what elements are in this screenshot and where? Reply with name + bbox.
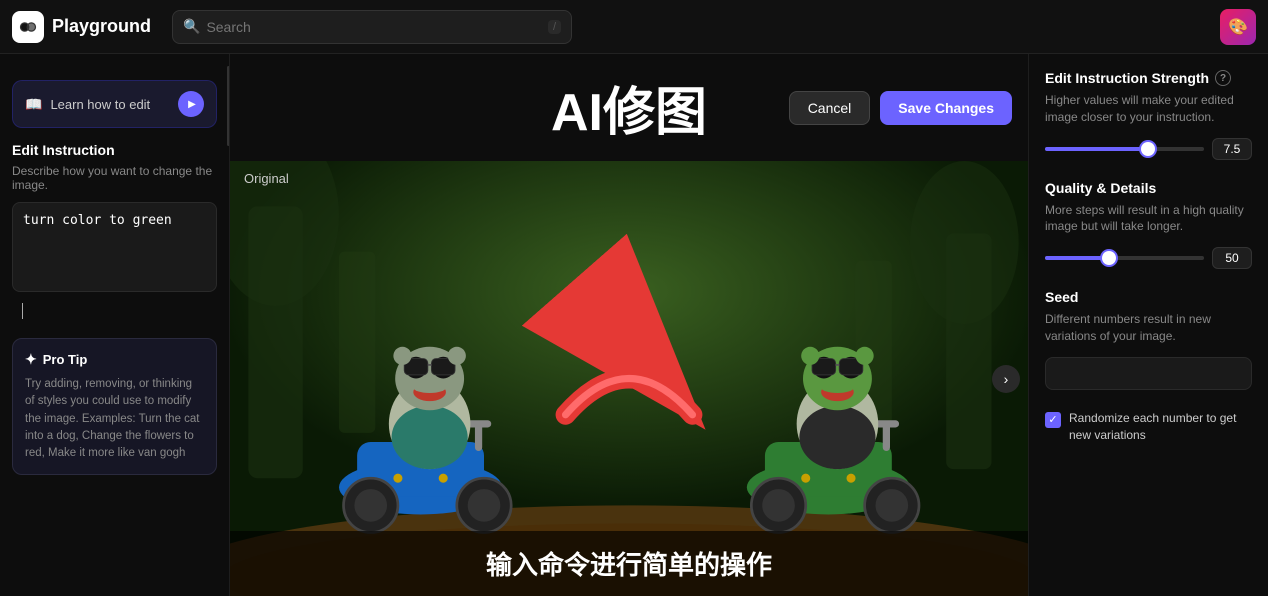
quality-fill xyxy=(1045,256,1109,260)
search-icon: 🔍 xyxy=(183,18,200,35)
book-icon: 📖 xyxy=(25,96,42,113)
edit-strength-slider-row: 7.5 xyxy=(1045,138,1252,160)
header-right: 🎨 xyxy=(1220,9,1256,45)
search-input[interactable] xyxy=(206,19,542,35)
cursor-line xyxy=(22,303,23,319)
learn-btn-label: Learn how to edit xyxy=(50,97,150,112)
star-icon: ✦ xyxy=(25,351,37,368)
header: Playground 🔍 / 🎨 xyxy=(0,0,1268,54)
quality-thumb[interactable] xyxy=(1102,251,1116,265)
play-button[interactable]: ▶ xyxy=(178,91,204,117)
center-panel: AI修图 Cancel Save Changes Original xyxy=(230,54,1028,596)
original-label: Original xyxy=(244,171,289,186)
edit-instruction-input[interactable]: turn color to green xyxy=(12,202,217,292)
quality-section: Quality & Details More steps will result… xyxy=(1045,180,1252,270)
page-title: AI修图 xyxy=(551,70,707,145)
pro-tip-header: ✦ Pro Tip xyxy=(25,351,204,368)
search-shortcut: / xyxy=(548,20,561,34)
image-area: Original xyxy=(230,161,1028,596)
pro-tip-card: ✦ Pro Tip Try adding, removing, or think… xyxy=(12,338,217,475)
pro-tip-title: Pro Tip xyxy=(43,352,88,367)
logo-icon xyxy=(12,11,44,43)
randomize-row: ✓ Randomize each number to get new varia… xyxy=(1045,410,1252,444)
edit-strength-info-icon[interactable]: ? xyxy=(1215,70,1231,86)
edit-instruction-title: Edit Instruction xyxy=(12,142,217,158)
image-canvas: 输入命令进行简单的操作 xyxy=(230,161,1028,596)
next-image-button[interactable]: › xyxy=(992,365,1020,393)
edit-strength-title: Edit Instruction Strength ? xyxy=(1045,70,1252,86)
seed-section: Seed Different numbers result in new var… xyxy=(1045,289,1252,390)
quality-desc: More steps will result in a high quality… xyxy=(1045,202,1252,236)
edit-strength-track[interactable] xyxy=(1045,147,1204,151)
chevron-right-icon: › xyxy=(1004,371,1009,387)
play-icon: ▶ xyxy=(188,99,196,110)
edit-strength-thumb[interactable] xyxy=(1141,142,1155,156)
quality-value: 50 xyxy=(1212,247,1252,269)
quality-title: Quality & Details xyxy=(1045,180,1252,196)
right-panel: Edit Instruction Strength ? Higher value… xyxy=(1028,54,1268,596)
seed-title: Seed xyxy=(1045,289,1252,305)
learn-btn-left: 📖 Learn how to edit xyxy=(25,96,150,113)
logo-text: Playground xyxy=(52,16,151,37)
main: 📖 Learn how to edit ▶ Edit Instruction D… xyxy=(0,54,1268,596)
pro-tip-text: Try adding, removing, or thinking of sty… xyxy=(25,376,204,462)
check-icon: ✓ xyxy=(1048,413,1057,426)
center-header: AI修图 Cancel Save Changes xyxy=(230,54,1028,161)
center-actions: Cancel Save Changes xyxy=(789,91,1012,125)
edit-instruction-section: Edit Instruction Describe how you want t… xyxy=(12,142,217,324)
edit-strength-section: Edit Instruction Strength ? Higher value… xyxy=(1045,70,1252,160)
search-bar[interactable]: 🔍 / xyxy=(172,10,572,44)
sidebar: 📖 Learn how to edit ▶ Edit Instruction D… xyxy=(0,54,230,596)
seed-desc: Different numbers result in new variatio… xyxy=(1045,311,1252,345)
randomize-label: Randomize each number to get new variati… xyxy=(1069,410,1252,444)
learn-how-to-edit-button[interactable]: 📖 Learn how to edit ▶ xyxy=(12,80,217,128)
edit-strength-value: 7.5 xyxy=(1212,138,1252,160)
quality-slider-row: 50 xyxy=(1045,247,1252,269)
edit-instruction-desc: Describe how you want to change the imag… xyxy=(12,164,217,192)
cancel-button[interactable]: Cancel xyxy=(789,91,871,125)
bottom-text: 输入命令进行简单的操作 xyxy=(486,550,772,580)
avatar[interactable]: 🎨 xyxy=(1220,9,1256,45)
edit-strength-fill xyxy=(1045,147,1148,151)
randomize-checkbox[interactable]: ✓ xyxy=(1045,412,1061,428)
quality-track[interactable] xyxy=(1045,256,1204,260)
seed-input[interactable] xyxy=(1045,357,1252,390)
logo-area: Playground xyxy=(12,11,172,43)
edit-strength-desc: Higher values will make your edited imag… xyxy=(1045,92,1252,126)
save-changes-button[interactable]: Save Changes xyxy=(880,91,1012,125)
bottom-overlay: 输入命令进行简单的操作 xyxy=(230,531,1028,596)
